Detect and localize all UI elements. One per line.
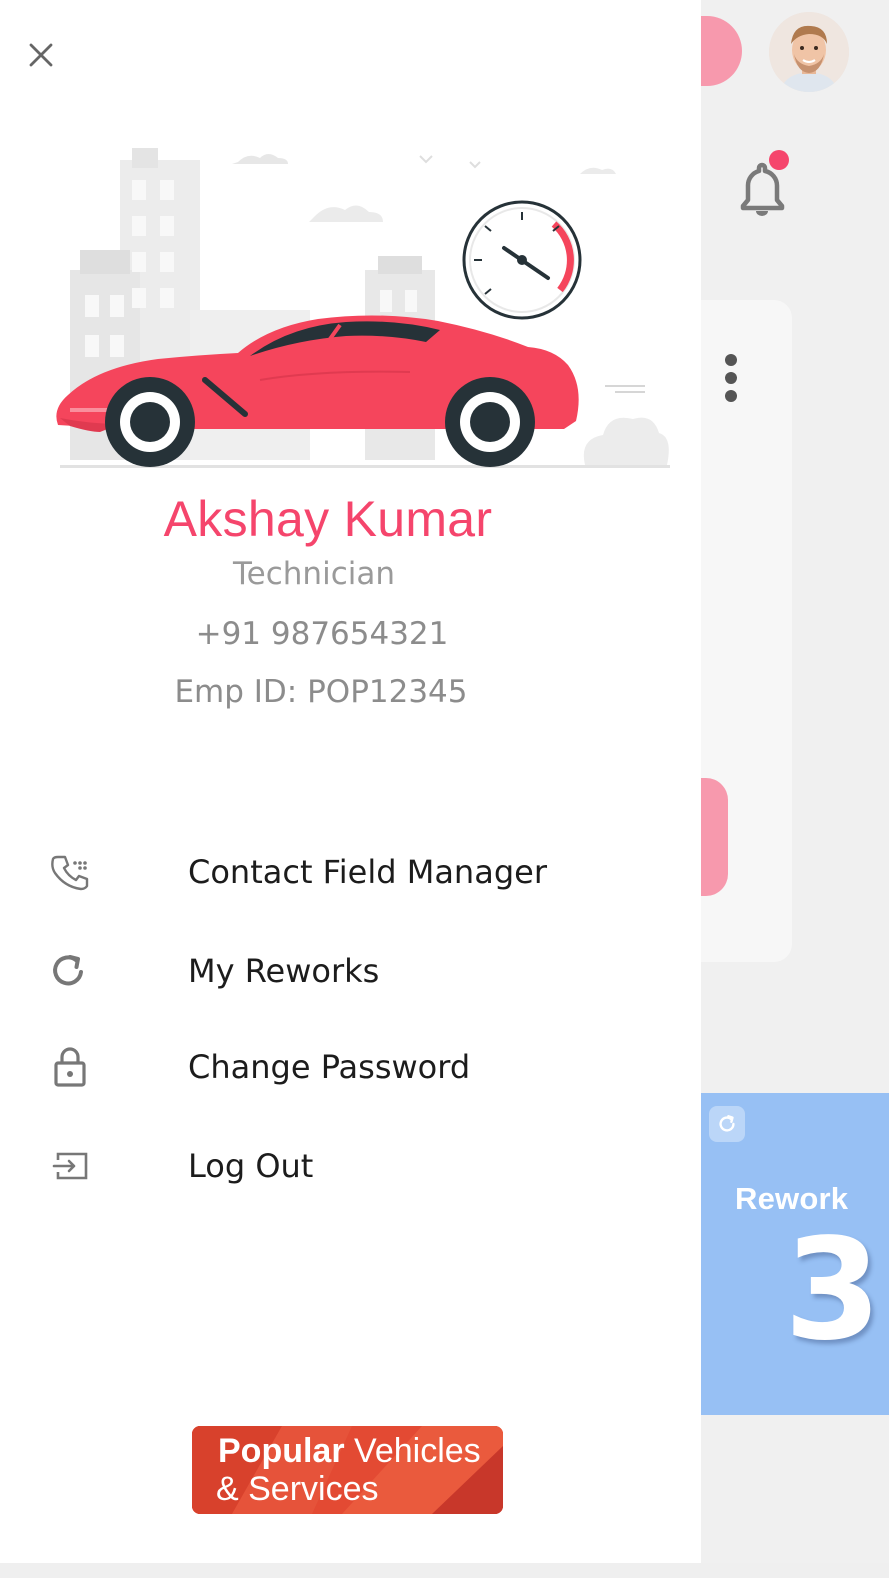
profile-phone: +91 987654321 xyxy=(195,616,449,652)
profile-emp-id: Emp ID: POP12345 xyxy=(174,674,468,710)
brand-word-vehicles: Vehicles xyxy=(354,1432,481,1470)
close-button[interactable] xyxy=(22,36,60,74)
menu-label: Change Password xyxy=(188,1048,471,1086)
avatar-image xyxy=(769,12,849,92)
rework-count: 3 xyxy=(784,1209,882,1372)
lock-icon xyxy=(48,1045,92,1089)
avatar[interactable] xyxy=(769,12,849,92)
menu-item-my-reworks[interactable]: My Reworks xyxy=(0,931,701,1011)
brand-logo: Popular Vehicles & Services xyxy=(192,1426,503,1514)
refresh-icon xyxy=(46,949,90,993)
brand-logo-line1: Popular Vehicles xyxy=(218,1432,481,1471)
menu-label: Log Out xyxy=(188,1147,314,1185)
logout-icon xyxy=(48,1144,92,1188)
brand-logo-line2: & Services xyxy=(216,1470,379,1508)
bottom-strip xyxy=(0,1563,889,1578)
notification-dot xyxy=(769,150,789,170)
rework-stat-card[interactable]: Rework 3 xyxy=(700,1093,889,1415)
phone-icon xyxy=(48,850,92,894)
close-icon xyxy=(29,43,53,67)
menu-item-contact-field-manager[interactable]: Contact Field Manager xyxy=(0,832,701,912)
profile-role: Technician xyxy=(233,556,395,592)
profile-name: Akshay Kumar xyxy=(163,491,493,547)
car-illustration xyxy=(56,148,670,468)
side-drawer: Akshay Kumar Technician +91 987654321 Em… xyxy=(0,0,701,1563)
menu-label: Contact Field Manager xyxy=(188,853,547,891)
brand-word-popular: Popular xyxy=(218,1432,345,1470)
refresh-icon xyxy=(709,1106,745,1142)
notification-bell-icon[interactable] xyxy=(733,150,789,222)
menu-item-log-out[interactable]: Log Out xyxy=(0,1126,701,1206)
more-options-icon[interactable] xyxy=(720,352,742,404)
menu-label: My Reworks xyxy=(188,952,380,990)
menu-item-change-password[interactable]: Change Password xyxy=(0,1027,701,1107)
